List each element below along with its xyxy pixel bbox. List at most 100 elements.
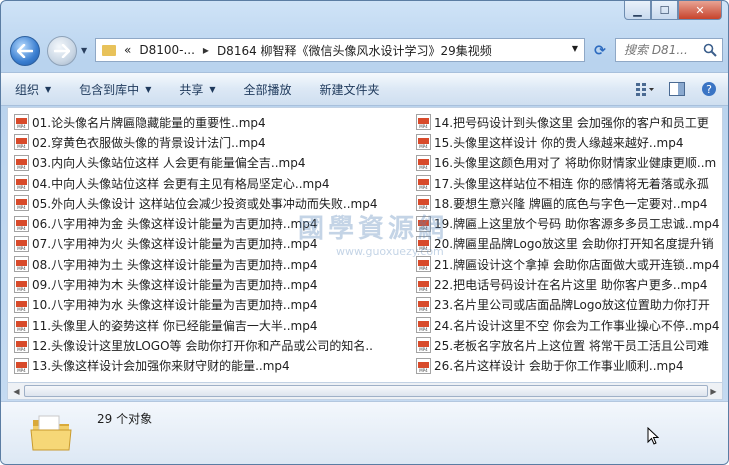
file-item[interactable]: MP4 19.牌匾上这里放个号码 助你客源多多员工忠诚..mp4: [416, 213, 722, 233]
file-type-tag: MP4: [17, 245, 26, 251]
file-column-2: MP4 14.把号码设计到头像这里 会加强你的客户和员工更 MP4 15.头像里这样设…: [416, 112, 722, 376]
file-item[interactable]: MP4 02.穿黄色衣服做头像的背景设计法门..mp4: [14, 132, 416, 152]
include-in-library-label: 包含到库中: [79, 82, 140, 97]
breadcrumb-current[interactable]: D8164 柳智释《微信头像风水设计学习》29集视频: [217, 42, 492, 59]
recent-pages-dropdown[interactable]: ▼: [81, 46, 87, 55]
file-type-tag: MP4: [419, 306, 428, 312]
scroll-right-icon[interactable]: ▶: [707, 385, 720, 397]
svg-text:?: ?: [706, 83, 712, 96]
file-type-tag: MP4: [419, 225, 428, 231]
help-icon: ?: [702, 82, 716, 96]
file-item[interactable]: MP4 14.把号码设计到头像这里 会加强你的客户和员工更: [416, 112, 722, 132]
file-name: 06.八字用神为金 头像这样设计能量为吉更加持..mp4: [32, 217, 318, 232]
file-item[interactable]: MP4 07.八字用神为火 头像这样设计能量为吉更加持..mp4: [14, 234, 416, 254]
explorer-window: ▁ ☐ ✕ ▼ « D8100-... ▸ D8164 柳智释《微信头像风水设计…: [0, 0, 729, 465]
file-item[interactable]: MP4 12.头像设计这里放LOGO等 会助你打开你和产品或公司的知名..: [14, 335, 416, 355]
file-item[interactable]: MP4 23.名片里公司或店面品牌Logo放这位置助力你打开: [416, 295, 722, 315]
video-file-icon: MP4: [416, 154, 431, 171]
organize-label: 组织: [15, 82, 40, 97]
close-button[interactable]: ✕: [678, 1, 722, 20]
video-file-icon: MP4: [416, 276, 431, 293]
file-name: 19.牌匾上这里放个号码 助你客源多多员工忠诚..mp4: [434, 217, 720, 232]
file-name: 21.牌匾设计这个拿掉 会助你店面做大或开连锁..mp4: [434, 257, 720, 272]
address-row: ▼ « D8100-... ▸ D8164 柳智释《微信头像风水设计学习》29集…: [1, 34, 728, 68]
file-item[interactable]: MP4 11.头像里人的姿势这样 你已经能量偏吉一大半..mp4: [14, 315, 416, 335]
file-item[interactable]: MP4 24.名片设计这里不空 你会为工作事业操心不停..mp4: [416, 315, 722, 335]
search-input[interactable]: [624, 43, 700, 57]
video-file-icon: MP4: [14, 337, 29, 354]
play-all-button[interactable]: 全部播放: [230, 81, 306, 98]
view-options-button[interactable]: [634, 79, 656, 99]
help-button[interactable]: ?: [698, 79, 720, 99]
file-item[interactable]: MP4 10.八字用神为水 头像这样设计能量为吉更加持..mp4: [14, 295, 416, 315]
preview-pane-icon: [669, 82, 685, 96]
file-name: 25.老板名字放名片上这位置 将常干员工活且公司难: [434, 338, 709, 353]
arrow-left-icon: [17, 44, 33, 58]
video-file-icon: MP4: [416, 235, 431, 252]
organize-button[interactable]: 组织 ▼: [1, 81, 65, 98]
back-button[interactable]: [10, 36, 40, 66]
file-type-tag: MP4: [419, 367, 428, 373]
file-type-tag: MP4: [419, 144, 428, 150]
video-file-icon: MP4: [416, 114, 431, 131]
file-type-tag: MP4: [419, 286, 428, 292]
file-type-tag: MP4: [17, 185, 26, 191]
address-dropdown-icon[interactable]: ▼: [572, 44, 578, 53]
file-item[interactable]: MP4 04.中向人头像站位这样 会更有主见有格局坚定心..mp4: [14, 173, 416, 193]
file-item[interactable]: MP4 21.牌匾设计这个拿掉 会助你店面做大或开连锁..mp4: [416, 254, 722, 274]
file-type-tag: MP4: [419, 347, 428, 353]
file-column-1: MP4 01.论头像名片牌匾隐藏能量的重要性..mp4 MP4 02.穿黄色衣服做头像…: [14, 112, 416, 376]
file-item[interactable]: MP4 03.内向人头像站位这样 人会更有能量偏全吉..mp4: [14, 153, 416, 173]
scrollbar-thumb[interactable]: [24, 385, 708, 397]
horizontal-scrollbar[interactable]: ◀ ▶: [7, 383, 723, 400]
breadcrumb-parent[interactable]: D8100-...: [139, 43, 195, 57]
file-item[interactable]: MP4 16.头像里这颜色用对了 将助你财情家业健康更顺..m: [416, 153, 722, 173]
chevron-down-icon: ▼: [45, 84, 52, 94]
file-name: 26.名片这样设计 会助于你工作事业顺利..mp4: [434, 359, 684, 374]
minimize-button[interactable]: ▁: [624, 1, 651, 20]
search-icon[interactable]: [703, 43, 717, 57]
include-in-library-button[interactable]: 包含到库中 ▼: [65, 81, 165, 98]
file-item[interactable]: MP4 09.八字用神为木 头像这样设计能量为吉更加持..mp4: [14, 274, 416, 294]
address-bar[interactable]: « D8100-... ▸ D8164 柳智释《微信头像风水设计学习》29集视频…: [95, 38, 585, 62]
file-name: 04.中向人头像站位这样 会更有主见有格局坚定心..mp4: [32, 176, 330, 191]
file-item[interactable]: MP4 15.头像里这样设计 你的贵人缘越来越好..mp4: [416, 132, 722, 152]
breadcrumb-overflow[interactable]: «: [124, 43, 131, 57]
file-name: 18.要想生意兴隆 牌匾的底色与字色一定要对..mp4: [434, 196, 708, 211]
file-name: 12.头像设计这里放LOGO等 会助你打开你和产品或公司的知名..: [32, 338, 373, 353]
file-name: 09.八字用神为木 头像这样设计能量为吉更加持..mp4: [32, 278, 318, 293]
video-file-icon: MP4: [416, 195, 431, 212]
file-item[interactable]: MP4 05.外向人头像设计 这样站位会减少投资或处事冲动而失败..mp4: [14, 193, 416, 213]
file-item[interactable]: MP4 08.八字用神为土 头像这样设计能量为吉更加持..mp4: [14, 254, 416, 274]
share-label: 共享: [179, 82, 204, 97]
video-file-icon: MP4: [416, 256, 431, 273]
file-type-tag: MP4: [17, 164, 26, 170]
video-file-icon: MP4: [416, 296, 431, 313]
video-file-icon: MP4: [14, 276, 29, 293]
file-name: 17.头像里这样站位不相连 你的感情将无着落或永孤: [434, 176, 709, 191]
file-item[interactable]: MP4 13.头像这样设计会加强你来财守财的能量..mp4: [14, 356, 416, 376]
file-item[interactable]: MP4 26.名片这样设计 会助于你工作事业顺利..mp4: [416, 356, 722, 376]
chevron-right-icon[interactable]: ▸: [203, 43, 209, 57]
video-file-icon: MP4: [416, 337, 431, 354]
refresh-button[interactable]: ⟳: [589, 40, 611, 62]
maximize-button[interactable]: ☐: [651, 1, 678, 20]
file-name: 20.牌匾里品牌Logo放这里 会助你打开知名度提升销: [434, 237, 714, 252]
file-item[interactable]: MP4 06.八字用神为金 头像这样设计能量为吉更加持..mp4: [14, 213, 416, 233]
file-item[interactable]: MP4 25.老板名字放名片上这位置 将常干员工活且公司难: [416, 335, 722, 355]
file-type-tag: MP4: [17, 144, 26, 150]
search-box[interactable]: [615, 38, 723, 62]
new-folder-button[interactable]: 新建文件夹: [306, 81, 394, 98]
preview-pane-button[interactable]: [666, 79, 688, 99]
video-file-icon: MP4: [14, 296, 29, 313]
forward-button[interactable]: [47, 36, 77, 66]
file-item[interactable]: MP4 01.论头像名片牌匾隐藏能量的重要性..mp4: [14, 112, 416, 132]
share-button[interactable]: 共享 ▼: [165, 81, 229, 98]
file-item[interactable]: MP4 17.头像里这样站位不相连 你的感情将无着落或永孤: [416, 173, 722, 193]
file-type-tag: MP4: [419, 185, 428, 191]
file-item[interactable]: MP4 22.把电话号码设计在名片这里 助你客户更多..mp4: [416, 274, 722, 294]
file-type-tag: MP4: [17, 347, 26, 353]
file-item[interactable]: MP4 20.牌匾里品牌Logo放这里 会助你打开知名度提升销: [416, 234, 722, 254]
scroll-left-icon[interactable]: ◀: [10, 385, 23, 397]
file-item[interactable]: MP4 18.要想生意兴隆 牌匾的底色与字色一定要对..mp4: [416, 193, 722, 213]
